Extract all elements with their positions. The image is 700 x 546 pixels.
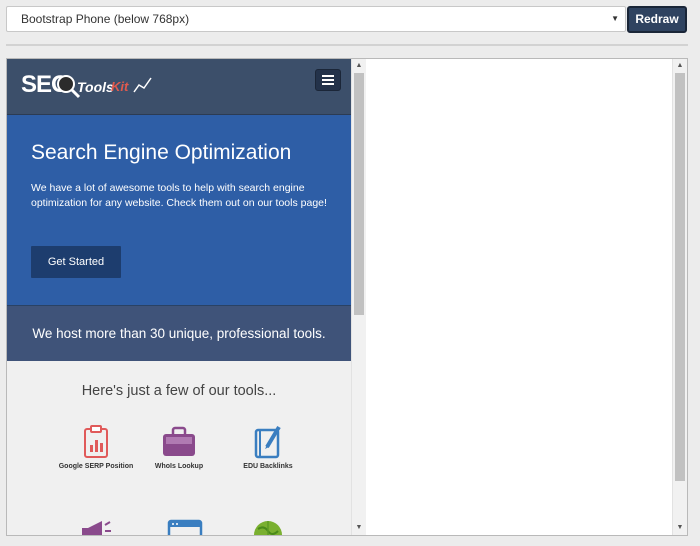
- device-select-value: Bootstrap Phone (below 768px): [21, 12, 190, 26]
- logo-graph-icon: [133, 77, 152, 93]
- menu-icon-bar: [322, 79, 334, 81]
- tool-label: WhoIs Lookup: [154, 463, 204, 470]
- divider: [6, 44, 688, 46]
- site-logo[interactable]: SEO Tools Kit: [21, 71, 152, 101]
- outer-scroll-thumb[interactable]: [675, 73, 685, 481]
- right-pane: [366, 59, 672, 535]
- scroll-up-arrow-icon[interactable]: ▲: [673, 59, 687, 73]
- tool-whois-lookup[interactable]: WhoIs Lookup: [139, 425, 219, 471]
- globe-icon: [254, 521, 282, 535]
- tool-item[interactable]: [56, 515, 136, 535]
- scroll-up-arrow-icon[interactable]: ▲: [352, 59, 366, 73]
- scroll-down-arrow-icon[interactable]: ▼: [673, 521, 687, 535]
- browser-window-icon: [167, 519, 203, 535]
- hamburger-menu-button[interactable]: [315, 69, 341, 91]
- hero-title: Search Engine Optimization: [31, 141, 292, 164]
- tool-label: EDU Backlinks: [243, 463, 293, 470]
- notebook-pen-icon: [254, 425, 281, 459]
- menu-icon-bar: [322, 83, 334, 85]
- tool-item[interactable]: [145, 515, 225, 535]
- megaphone-icon: [82, 521, 111, 535]
- menu-icon: [322, 75, 334, 77]
- tool-item[interactable]: [228, 515, 308, 535]
- logo-kit-text: Kit: [111, 79, 129, 94]
- hero-section: Search Engine Optimization We have a lot…: [7, 115, 351, 305]
- phone-scrollbar[interactable]: ▲ ▼: [351, 59, 366, 535]
- chevron-down-icon: ▼: [611, 14, 619, 23]
- host-text: We host more than 30 unique, professiona…: [32, 326, 326, 341]
- tool-edu-backlinks[interactable]: EDU Backlinks: [228, 425, 308, 471]
- briefcase-icon: [163, 426, 195, 456]
- tool-google-serp-position[interactable]: Google SERP Position: [56, 425, 136, 471]
- hero-text: We have a lot of awesome tools to help w…: [31, 182, 327, 209]
- phone-scroll-thumb[interactable]: [354, 73, 364, 315]
- get-started-button[interactable]: Get Started: [31, 246, 121, 278]
- scroll-down-arrow-icon[interactable]: ▼: [352, 521, 366, 535]
- redraw-button[interactable]: Redraw: [627, 6, 687, 33]
- clipboard-chart-icon: [84, 425, 108, 458]
- tool-label: Google SERP Position: [58, 463, 134, 470]
- tools-heading: Here's just a few of our tools...: [81, 383, 277, 399]
- site-navbar: SEO Tools Kit: [7, 59, 351, 115]
- toolbar: Bootstrap Phone (below 768px) ▼ Redraw: [0, 0, 700, 36]
- outer-scrollbar[interactable]: ▲ ▼: [672, 59, 687, 535]
- phone-viewport: SEO Tools Kit Search Engine Optimization…: [7, 59, 351, 535]
- host-band: We host more than 30 unique, professiona…: [7, 305, 351, 361]
- device-select[interactable]: Bootstrap Phone (below 768px) ▼: [6, 6, 626, 32]
- tools-section: Here's just a few of our tools... Google…: [7, 361, 351, 535]
- preview-frame: SEO Tools Kit Search Engine Optimization…: [6, 58, 688, 536]
- logo-tools-text: Tools: [77, 79, 114, 95]
